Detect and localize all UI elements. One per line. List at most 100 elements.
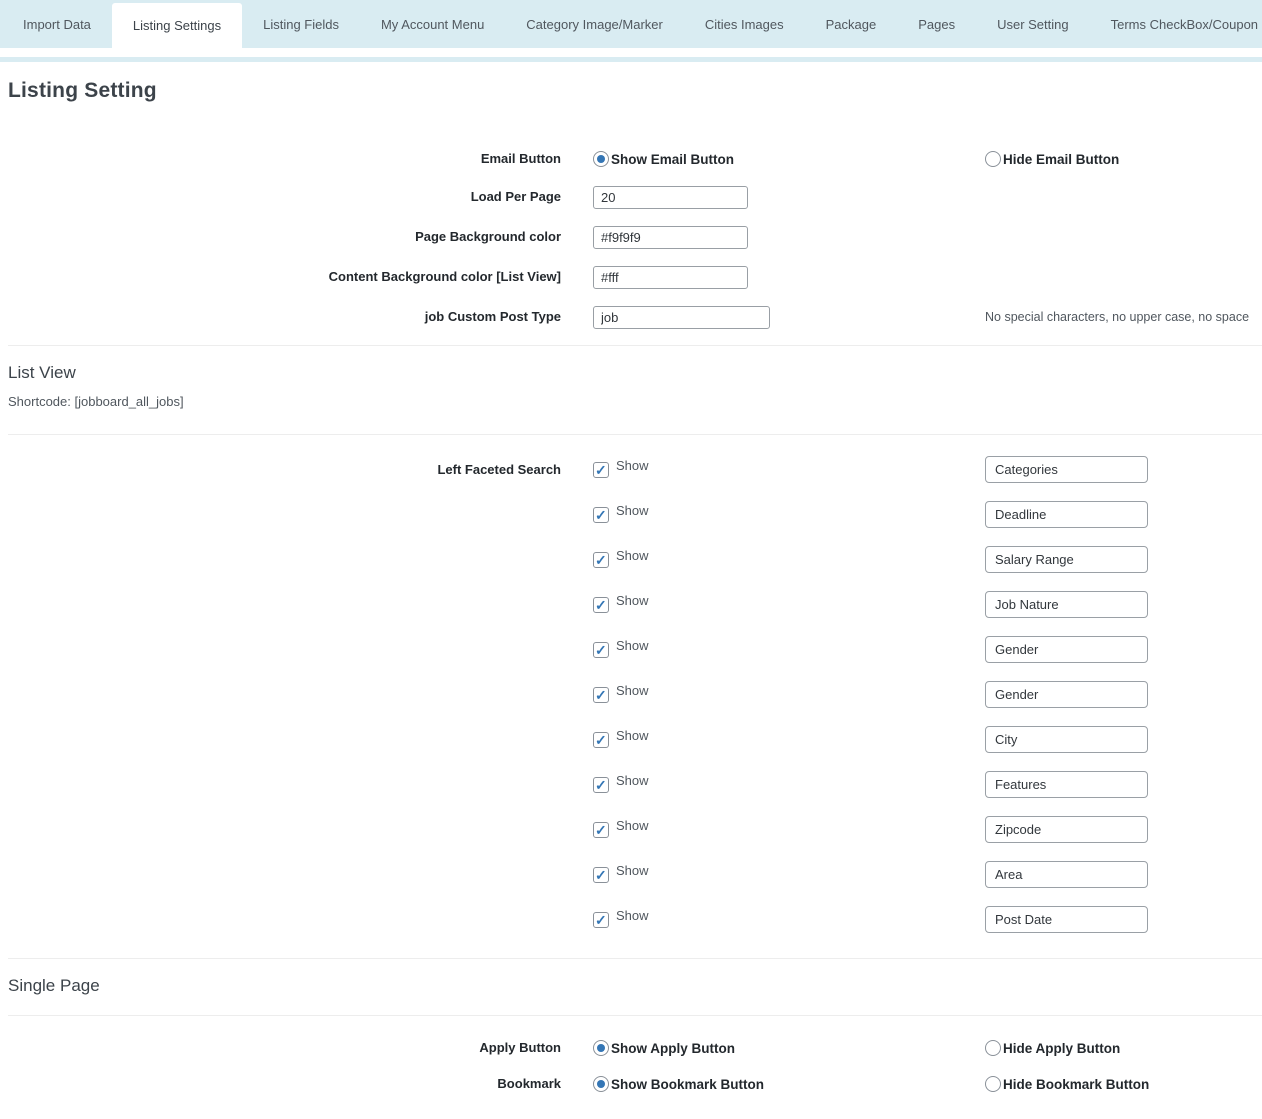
show-email-button-radio-label[interactable]: Show Email Button (611, 152, 734, 167)
left-faceted-search-block: Left Faceted Search Show Show Sh (8, 447, 1262, 942)
facet-row-gender-1: Show (8, 627, 1262, 672)
facet-show-label[interactable]: Show (616, 593, 649, 608)
hide-email-button-radio[interactable] (985, 151, 1001, 167)
facet-show-label[interactable]: Show (616, 908, 649, 923)
facet-show-checkbox-deadline[interactable] (593, 507, 609, 523)
tab-user-setting[interactable]: User Setting (976, 0, 1090, 48)
facet-show-checkbox-city[interactable] (593, 732, 609, 748)
show-apply-button-radio-label[interactable]: Show Apply Button (611, 1041, 735, 1056)
facet-name-input-area[interactable] (985, 861, 1148, 888)
facet-show-label[interactable]: Show (616, 863, 649, 878)
facet-show-label[interactable]: Show (616, 728, 649, 743)
bookmark-row: Bookmark Show Bookmark Button Hide Bookm… (8, 1066, 1262, 1102)
tab-cities-images[interactable]: Cities Images (684, 0, 805, 48)
facet-name-input-gender-1[interactable] (985, 636, 1148, 663)
show-email-button-radio[interactable] (593, 151, 609, 167)
show-bookmark-button-radio-label[interactable]: Show Bookmark Button (611, 1077, 764, 1092)
tab-listing-settings[interactable]: Listing Settings (112, 3, 242, 48)
post-type-label: job Custom Post Type (8, 309, 561, 325)
show-apply-button-radio[interactable] (593, 1040, 609, 1056)
facet-row-city: Show (8, 717, 1262, 762)
facet-show-checkbox-zipcode[interactable] (593, 822, 609, 838)
section-divider (8, 345, 1262, 346)
page-background-input[interactable] (593, 226, 748, 249)
hide-apply-button-radio-label[interactable]: Hide Apply Button (1003, 1041, 1120, 1056)
load-per-page-row: Load Per Page (8, 177, 1262, 217)
facet-show-label[interactable]: Show (616, 503, 649, 518)
post-type-row: job Custom Post Type No special characte… (8, 297, 1262, 337)
post-type-input[interactable] (593, 306, 770, 329)
tab-listing-fields[interactable]: Listing Fields (242, 0, 360, 48)
facet-name-input-salary-range[interactable] (985, 546, 1148, 573)
facet-show-label[interactable]: Show (616, 638, 649, 653)
list-view-shortcode: Shortcode: [jobboard_all_jobs] (8, 394, 1262, 410)
left-faceted-search-label: Left Faceted Search (8, 462, 561, 478)
facet-show-checkbox-post-date[interactable] (593, 912, 609, 928)
bookmark-label: Bookmark (8, 1076, 561, 1092)
facet-show-label[interactable]: Show (616, 683, 649, 698)
general-settings-form: Email Button Show Email Button Hide Emai… (8, 141, 1262, 337)
facet-name-input-features[interactable] (985, 771, 1148, 798)
hide-apply-button-radio[interactable] (985, 1040, 1001, 1056)
facet-name-input-post-date[interactable] (985, 906, 1148, 933)
tab-package[interactable]: Package (805, 0, 898, 48)
section-divider (8, 1015, 1262, 1016)
show-bookmark-button-radio[interactable] (593, 1076, 609, 1092)
page-background-label: Page Background color (8, 229, 561, 245)
tab-category-image-marker[interactable]: Category Image/Marker (505, 0, 684, 48)
facet-name-input-categories[interactable] (985, 456, 1148, 483)
facet-show-checkbox-categories[interactable] (593, 462, 609, 478)
tabbar-gap (0, 48, 1262, 57)
apply-button-label: Apply Button (8, 1040, 561, 1056)
tab-import-data[interactable]: Import Data (2, 0, 112, 48)
facet-show-label[interactable]: Show (616, 773, 649, 788)
facet-name-input-zipcode[interactable] (985, 816, 1148, 843)
facet-show-checkbox-gender-2[interactable] (593, 687, 609, 703)
facet-row-zipcode: Show (8, 807, 1262, 852)
post-type-note: No special characters, no upper case, no… (985, 310, 1249, 324)
facet-row-deadline: Show (8, 492, 1262, 537)
facet-row-salary-range: Show (8, 537, 1262, 582)
settings-tab-bar: Import Data Listing Settings Listing Fie… (0, 0, 1262, 48)
facet-row-features: Show (8, 762, 1262, 807)
facet-row-categories: Left Faceted Search Show (8, 447, 1262, 492)
hide-email-button-radio-label[interactable]: Hide Email Button (1003, 152, 1119, 167)
load-per-page-input[interactable] (593, 186, 748, 209)
facet-name-input-deadline[interactable] (985, 501, 1148, 528)
section-divider (8, 958, 1262, 959)
facet-show-checkbox-area[interactable] (593, 867, 609, 883)
content-background-row: Content Background color [List View] (8, 257, 1262, 297)
single-page-heading: Single Page (8, 975, 1262, 997)
content-background-input[interactable] (593, 266, 748, 289)
facet-show-checkbox-gender-1[interactable] (593, 642, 609, 658)
page-title: Listing Setting (8, 79, 1262, 103)
facet-show-checkbox-job-nature[interactable] (593, 597, 609, 613)
tab-my-account-menu[interactable]: My Account Menu (360, 0, 505, 48)
hide-bookmark-button-radio[interactable] (985, 1076, 1001, 1092)
tab-pages[interactable]: Pages (897, 0, 976, 48)
facet-name-input-job-nature[interactable] (985, 591, 1148, 618)
facet-show-checkbox-salary-range[interactable] (593, 552, 609, 568)
email-button-label: Email Button (8, 151, 561, 167)
facet-row-post-date: Show (8, 897, 1262, 942)
tab-terms-checkbox-coupon[interactable]: Terms CheckBox/Coupon (1090, 0, 1262, 48)
facet-row-job-nature: Show (8, 582, 1262, 627)
facet-show-label[interactable]: Show (616, 458, 649, 473)
single-page-form: Apply Button Show Apply Button Hide Appl… (8, 1030, 1262, 1102)
list-view-heading: List View (8, 362, 1262, 384)
facet-name-input-city[interactable] (985, 726, 1148, 753)
facet-show-checkbox-features[interactable] (593, 777, 609, 793)
facet-show-label[interactable]: Show (616, 548, 649, 563)
page-background-row: Page Background color (8, 217, 1262, 257)
tabbar-underline (0, 57, 1262, 62)
facet-row-gender-2: Show (8, 672, 1262, 717)
hide-bookmark-button-radio-label[interactable]: Hide Bookmark Button (1003, 1077, 1149, 1092)
content-background-label: Content Background color [List View] (8, 269, 561, 285)
facet-row-area: Show (8, 852, 1262, 897)
apply-button-row: Apply Button Show Apply Button Hide Appl… (8, 1030, 1262, 1066)
facet-name-input-gender-2[interactable] (985, 681, 1148, 708)
load-per-page-label: Load Per Page (8, 189, 561, 205)
email-button-row: Email Button Show Email Button Hide Emai… (8, 141, 1262, 177)
facet-show-label[interactable]: Show (616, 818, 649, 833)
section-divider (8, 434, 1262, 435)
